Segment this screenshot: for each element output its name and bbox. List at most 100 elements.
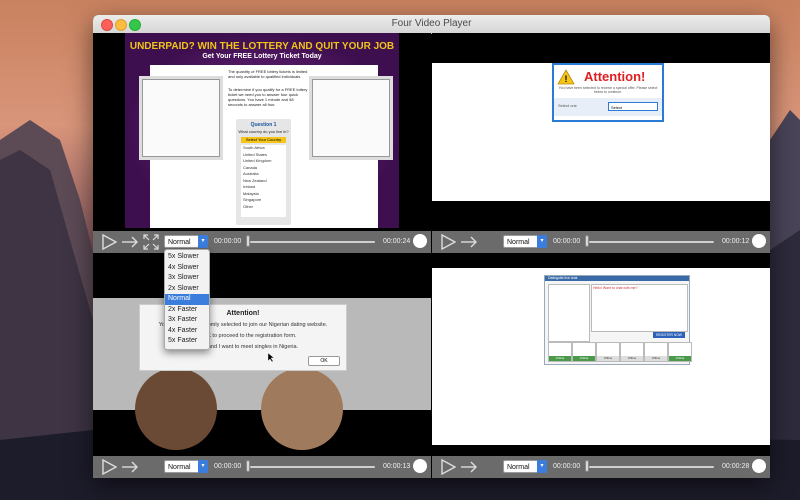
speed-dropdown-menu[interactable]: 5x Slower 4x Slower 3x Slower 2x Slower … <box>164 249 210 350</box>
chat-thumbnails: Online Online Offline Offline Offline On… <box>548 342 692 362</box>
ad-paragraph-1: The quantity of FREE lottery tickets is … <box>228 69 308 79</box>
play-icon[interactable] <box>101 459 117 475</box>
duration: 00:00:12 <box>722 238 750 245</box>
controls-player-4: Normal ▾ 00:00:00 00:00:28 <box>432 456 770 478</box>
chevron-down-icon: ▾ <box>537 235 547 248</box>
lottery-ad: UNDERPAID? WIN THE LOTTERY AND QUIT YOUR… <box>125 33 399 228</box>
chevron-down-icon: ▾ <box>198 460 208 473</box>
speed-value: Normal <box>507 464 530 471</box>
video-pane-4[interactable]: Datingsite live chat Hello! Want to chat… <box>432 253 770 456</box>
profile-photo-woman <box>135 368 217 450</box>
thumbnail[interactable]: Offline <box>596 342 620 362</box>
video-frame-4: Datingsite live chat Hello! Want to chat… <box>432 268 770 445</box>
thumbnail[interactable]: Offline <box>644 342 668 362</box>
thumbnail[interactable]: Online <box>668 342 692 362</box>
duration: 00:00:13 <box>383 463 411 470</box>
seek-track[interactable] <box>250 466 375 468</box>
question-text: What country do you live in? <box>238 129 289 134</box>
speed-option[interactable]: 3x Slower <box>165 273 209 284</box>
volume-icon[interactable] <box>752 459 766 473</box>
speed-select[interactable]: Normal ▾ <box>503 460 547 473</box>
chat-contact-list <box>548 284 590 342</box>
video-frame-2: ! Attention! You have been selected to r… <box>432 63 770 201</box>
country-option[interactable]: Other <box>243 204 286 211</box>
speed-option[interactable]: 2x Faster <box>165 305 209 316</box>
seek-track[interactable] <box>250 241 375 243</box>
question-box: Question 1 What country do you live in? … <box>236 119 291 225</box>
speed-value: Normal <box>507 239 530 246</box>
chat-message: Hello! Want to chat with me? <box>593 286 638 290</box>
speed-option[interactable]: 2x Slower <box>165 284 209 295</box>
speed-option-selected[interactable]: Normal <box>165 294 209 305</box>
chat-header: Datingsite live chat <box>545 276 689 281</box>
volume-icon[interactable] <box>413 459 427 473</box>
play-icon[interactable] <box>101 234 117 250</box>
profile-photo-man <box>261 368 343 450</box>
player-window: Four Video Player UNDERPAID? WIN THE LOT… <box>93 15 770 478</box>
attention-heading: Attention! <box>584 69 646 84</box>
play-icon[interactable] <box>440 234 456 250</box>
ad-subhead: Get Your FREE Lottery Ticket Today <box>202 53 322 60</box>
chevron-down-icon: ▾ <box>537 460 547 473</box>
forward-arrow-icon[interactable] <box>460 461 478 473</box>
thumbnail[interactable]: Offline <box>620 342 644 362</box>
thumbnail[interactable]: Online <box>572 342 596 362</box>
fullscreen-icon[interactable] <box>143 234 159 250</box>
controls-player-1: Normal ▾ 00:00:00 00:00:24 <box>93 231 431 253</box>
current-time: 00:00:00 <box>214 238 242 245</box>
speed-value: Normal <box>168 239 191 246</box>
forward-arrow-icon[interactable] <box>121 236 139 248</box>
forward-arrow-icon[interactable] <box>460 236 478 248</box>
duration: 00:00:24 <box>383 238 411 245</box>
dating-chat-window: Datingsite live chat Hello! Want to chat… <box>544 275 692 365</box>
video-frame-3: Attention! You have been randomly select… <box>93 298 431 450</box>
duration: 00:00:28 <box>722 463 750 470</box>
speed-option[interactable]: 5x Faster <box>165 336 209 347</box>
volume-icon[interactable] <box>413 234 427 248</box>
ad-headline: UNDERPAID? WIN THE LOTTERY AND QUIT YOUR… <box>129 41 395 52</box>
country-list[interactable]: South Africa United States United Kingdo… <box>241 145 286 217</box>
country-select-header[interactable]: Select Your Country <box>241 137 286 143</box>
ad-image-right <box>312 79 390 157</box>
speed-option[interactable]: 3x Faster <box>165 315 209 326</box>
play-icon[interactable] <box>440 459 456 475</box>
seek-track[interactable] <box>589 466 714 468</box>
speed-select[interactable]: Normal ▾ <box>503 235 547 248</box>
video-pane-1[interactable]: UNDERPAID? WIN THE LOTTERY AND QUIT YOUR… <box>93 33 431 231</box>
attention-bar: Select one Select <box>554 98 662 116</box>
attention-left-label: Select one <box>558 103 577 108</box>
attention-select[interactable]: Select <box>608 102 658 111</box>
ad-paragraph-2: To determine if you qualify for a FREE l… <box>228 87 308 107</box>
speed-value: Normal <box>168 464 191 471</box>
cursor-icon <box>268 353 274 362</box>
speed-select[interactable]: Normal ▾ <box>164 235 208 248</box>
chevron-down-icon: ▾ <box>198 235 208 248</box>
svg-text:!: ! <box>565 74 568 84</box>
ad-content: The quantity of FREE lottery tickets is … <box>142 65 390 228</box>
dialog-ok-button[interactable]: OK <box>308 356 340 366</box>
seek-track[interactable] <box>589 241 714 243</box>
speed-option[interactable]: 4x Slower <box>165 263 209 274</box>
current-time: 00:00:00 <box>553 238 581 245</box>
question-title: Question 1 <box>250 122 277 128</box>
chat-message-area <box>591 284 688 332</box>
window-title: Four Video Player <box>391 18 472 29</box>
volume-icon[interactable] <box>752 234 766 248</box>
speed-option[interactable]: 4x Faster <box>165 326 209 337</box>
title-bar[interactable]: Four Video Player <box>93 15 770 34</box>
forward-arrow-icon[interactable] <box>121 461 139 473</box>
video-pane-2[interactable]: ! Attention! You have been selected to r… <box>432 33 770 231</box>
attention-body: You have been selected to receive a spec… <box>558 86 658 94</box>
video-pane-3[interactable]: Attention! You have been randomly select… <box>93 253 431 456</box>
thumbnail[interactable]: Online <box>548 342 572 362</box>
register-now-button[interactable]: REGISTER NOW <box>653 332 685 338</box>
warning-icon: ! <box>557 69 575 85</box>
current-time: 00:00:00 <box>553 463 581 470</box>
controls-player-3: Normal ▾ 00:00:00 00:00:13 <box>93 456 431 478</box>
speed-select[interactable]: Normal ▾ <box>164 460 208 473</box>
speed-option[interactable]: 5x Slower <box>165 252 209 263</box>
attention-popup: ! Attention! You have been selected to r… <box>552 63 664 122</box>
current-time: 00:00:00 <box>214 463 242 470</box>
ad-image-left <box>142 79 220 157</box>
controls-player-2: Normal ▾ 00:00:00 00:00:12 <box>432 231 770 253</box>
